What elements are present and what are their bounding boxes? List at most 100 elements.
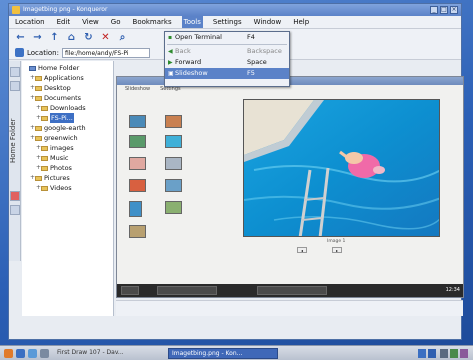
taskbar-item-konqueror[interactable]: Imagetbing.png - Kon... xyxy=(168,348,278,359)
folder-icon xyxy=(41,145,48,151)
tree-item[interactable]: + Pictures xyxy=(22,173,113,183)
stop-icon[interactable]: ✕ xyxy=(100,32,111,43)
tray-clock-icon[interactable] xyxy=(460,349,468,358)
tree-item[interactable]: + greenwich xyxy=(22,133,113,143)
terminal-launcher-icon[interactable] xyxy=(40,349,49,358)
folder-icon xyxy=(35,95,42,101)
browser-launcher-icon[interactable] xyxy=(28,349,37,358)
menu-location[interactable]: Location xyxy=(13,16,47,28)
thumbnail[interactable] xyxy=(129,157,146,170)
window-title: Imagetbing png - Konqueror xyxy=(23,6,108,13)
thumbnail[interactable] xyxy=(129,135,146,148)
tree-item-label: Pictures xyxy=(44,174,70,182)
tree-item-label: Documents xyxy=(44,94,82,102)
sidebar-tab-bookmarks[interactable] xyxy=(10,81,20,91)
minimize-button[interactable]: _ xyxy=(430,6,438,14)
up-icon[interactable]: ↑ xyxy=(49,32,60,43)
thumbnail-column xyxy=(129,113,189,263)
tree-item[interactable]: + FS-Pi... xyxy=(22,113,113,123)
close-window-button[interactable]: × xyxy=(450,6,458,14)
thumbnail[interactable] xyxy=(129,201,142,217)
home-folder-icon xyxy=(29,65,36,71)
home-icon[interactable]: ⌂ xyxy=(66,32,77,43)
thumbnail[interactable] xyxy=(129,179,146,192)
tray-speaker-icon[interactable] xyxy=(440,349,448,358)
tree-item[interactable]: + images xyxy=(22,143,113,153)
inner-clock: 12:34 xyxy=(445,287,460,293)
thumbnail[interactable] xyxy=(165,179,182,192)
tray-pager-icon[interactable] xyxy=(418,349,426,358)
menu-tools[interactable]: Tools xyxy=(181,16,203,28)
clear-location-icon[interactable] xyxy=(15,48,24,57)
folder-icon xyxy=(35,75,42,81)
thumbnail[interactable] xyxy=(165,135,182,148)
window-statusbar xyxy=(116,300,463,316)
sidebar-tab-home[interactable] xyxy=(10,67,20,77)
app-icon xyxy=(12,6,20,14)
tray-pager-icon[interactable] xyxy=(428,349,436,358)
tree-item[interactable]: + Desktop xyxy=(22,83,113,93)
folder-icon xyxy=(41,115,48,121)
forward-arrow-icon: ▶ xyxy=(168,59,173,66)
tree-item-label: Home Folder xyxy=(38,64,80,72)
menu-edit[interactable]: Edit xyxy=(55,16,73,28)
tree-item[interactable]: + google-earth xyxy=(22,123,113,133)
tree-item[interactable]: + Music xyxy=(22,153,113,163)
sidebar-tab-network[interactable] xyxy=(10,205,20,215)
thumbnail[interactable] xyxy=(165,157,182,170)
inner-task-item[interactable] xyxy=(157,286,217,295)
previous-photo-button[interactable]: ◂ xyxy=(297,247,307,253)
tools-dropdown-menu: ▪ Open Terminal F4 ◀ Back Backspace ▶ Fo… xyxy=(164,31,290,87)
folder-icon xyxy=(41,105,48,111)
menubar: Location Edit View Go Bookmarks Tools Se… xyxy=(9,16,461,29)
menu-go[interactable]: Go xyxy=(109,16,123,28)
folder-icon xyxy=(41,155,48,161)
menu-item-back[interactable]: ◀ Back Backspace xyxy=(165,46,289,57)
folder-icon xyxy=(35,135,42,141)
menu-settings[interactable]: Settings xyxy=(211,16,244,28)
window-titlebar[interactable]: Imagetbing png - Konqueror _ □ × xyxy=(9,4,461,16)
maximize-button[interactable]: □ xyxy=(440,6,448,14)
menu-item-slideshow[interactable]: ▣ Slideshow F5 xyxy=(165,68,289,79)
tree-item[interactable]: Home Folder xyxy=(22,63,113,73)
tree-item[interactable]: + Downloads xyxy=(22,103,113,113)
inner-task-item[interactable] xyxy=(257,286,327,295)
back-icon[interactable]: ← xyxy=(15,32,26,43)
menu-help[interactable]: Help xyxy=(291,16,311,28)
thumbnail[interactable] xyxy=(165,201,182,214)
pool-photo xyxy=(244,100,439,236)
back-arrow-icon: ◀ xyxy=(168,48,173,55)
slideshow-status xyxy=(125,263,455,271)
taskbar-item-document[interactable]: First Draw 107 - Dav... xyxy=(54,348,164,359)
tree-item-label: Desktop xyxy=(44,84,71,92)
sidebar-tab-label[interactable]: Home Folder xyxy=(9,101,21,181)
thumbnail[interactable] xyxy=(129,115,146,128)
thumbnail[interactable] xyxy=(129,225,146,238)
menu-item-forward[interactable]: ▶ Forward Space xyxy=(165,57,289,68)
forward-icon[interactable]: → xyxy=(32,32,43,43)
slideshow-main-photo[interactable] xyxy=(243,99,440,237)
thumbnail[interactable] xyxy=(165,115,182,128)
inner-start-button[interactable] xyxy=(121,286,139,295)
tree-item[interactable]: + Videos xyxy=(22,183,113,193)
tree-item-label: Music xyxy=(50,154,69,162)
tab-slideshow[interactable]: Slideshow xyxy=(125,85,150,93)
reload-icon[interactable]: ↻ xyxy=(83,32,94,43)
next-photo-button[interactable]: ▸ xyxy=(332,247,342,253)
tray-network-icon[interactable] xyxy=(450,349,458,358)
konqueror-window: Imagetbing png - Konqueror _ □ × Locatio… xyxy=(8,3,464,340)
menu-bookmarks[interactable]: Bookmarks xyxy=(131,16,174,28)
menu-view[interactable]: View xyxy=(80,16,101,28)
location-input[interactable]: file:/home/andy/FS-Pi xyxy=(61,47,150,58)
menu-item-open-terminal[interactable]: ▪ Open Terminal F4 xyxy=(165,32,289,43)
tree-item[interactable]: + Applications xyxy=(22,73,113,83)
tree-item[interactable]: + Documents xyxy=(22,93,113,103)
menu-window[interactable]: Window xyxy=(252,16,284,28)
folder-icon xyxy=(41,165,48,171)
system-taskbar: First Draw 107 - Dav... Imagetbing.png -… xyxy=(0,345,473,360)
sidebar-tab-history[interactable] xyxy=(10,191,20,201)
show-desktop-icon[interactable] xyxy=(16,349,25,358)
start-menu-icon[interactable] xyxy=(4,349,13,358)
zoom-icon[interactable]: ⌕ xyxy=(117,32,128,43)
tree-item[interactable]: + Photos xyxy=(22,163,113,173)
